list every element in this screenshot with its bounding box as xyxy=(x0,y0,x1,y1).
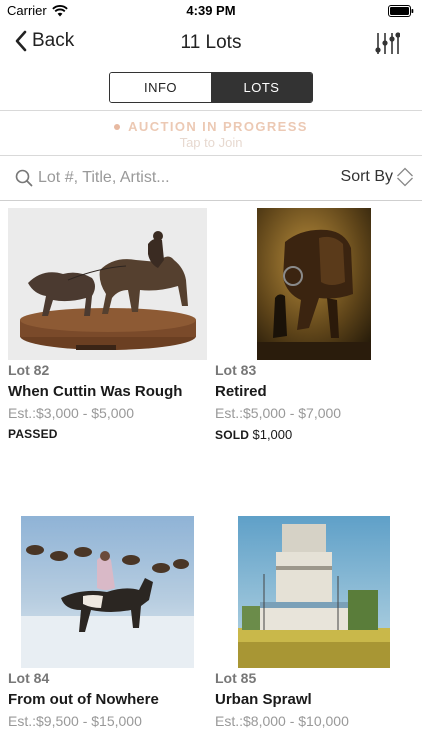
auction-status: AUCTION IN PROGRESS xyxy=(0,119,422,134)
lot-image-elk-rider-painting xyxy=(21,516,194,668)
status-time: 4:39 PM xyxy=(186,3,236,18)
lot-estimate: Est.:$5,000 - $7,000 xyxy=(215,405,342,421)
sort-button[interactable]: Sort By xyxy=(341,166,414,188)
status-bar: Carrier 4:39 PM xyxy=(0,0,422,22)
join-hint: Tap to Join xyxy=(179,135,243,150)
lot-number: Lot 82 xyxy=(8,362,50,378)
lot-result: PASSED xyxy=(8,427,58,441)
result-status: SOLD xyxy=(215,428,250,442)
lot-image-bronze-sculpture xyxy=(8,208,207,360)
search-input[interactable] xyxy=(38,165,318,191)
tab-lots[interactable]: LOTS xyxy=(211,73,312,102)
search-bar: Sort By xyxy=(0,156,422,200)
lot-image-grain-elevator-painting xyxy=(238,516,390,668)
lot-result: SOLD $1,000 xyxy=(215,427,292,442)
status-dot-icon xyxy=(114,123,121,130)
auction-banner[interactable]: AUCTION IN PROGRESS Tap to Join xyxy=(0,112,422,154)
result-amount: $1,000 xyxy=(252,427,293,442)
navigation-bar: Back 11 Lots xyxy=(0,22,422,66)
search-icon xyxy=(15,169,33,187)
auction-status-label: AUCTION IN PROGRESS xyxy=(128,119,308,134)
divider xyxy=(0,200,422,201)
filter-button[interactable] xyxy=(374,30,401,61)
lot-estimate: Est.:$3,000 - $5,000 xyxy=(8,405,135,421)
sliders-icon xyxy=(375,32,401,54)
sort-label: Sort By xyxy=(340,168,393,185)
lot-title: When Cuttin Was Rough xyxy=(8,383,183,400)
lot-title: Urban Sprawl xyxy=(215,691,312,708)
tab-info[interactable]: INFO xyxy=(110,73,211,102)
segmented-control: INFO LOTS xyxy=(109,72,313,103)
divider xyxy=(0,110,422,111)
lot-estimate: Est.:$9,500 - $15,000 xyxy=(8,713,142,729)
lot-estimate: Est.:$8,000 - $10,000 xyxy=(215,713,349,729)
lot-title: Retired xyxy=(215,383,267,400)
lot-number: Lot 84 xyxy=(8,670,50,686)
battery-icon xyxy=(388,5,414,17)
lot-image-saddle-painting xyxy=(257,208,371,360)
sort-chevrons-icon xyxy=(397,167,413,187)
lot-number: Lot 85 xyxy=(215,670,257,686)
result-status: PASSED xyxy=(8,427,58,441)
lot-title: From out of Nowhere xyxy=(8,691,159,708)
lot-number: Lot 83 xyxy=(215,362,257,378)
page-title: 11 Lots xyxy=(180,32,242,53)
